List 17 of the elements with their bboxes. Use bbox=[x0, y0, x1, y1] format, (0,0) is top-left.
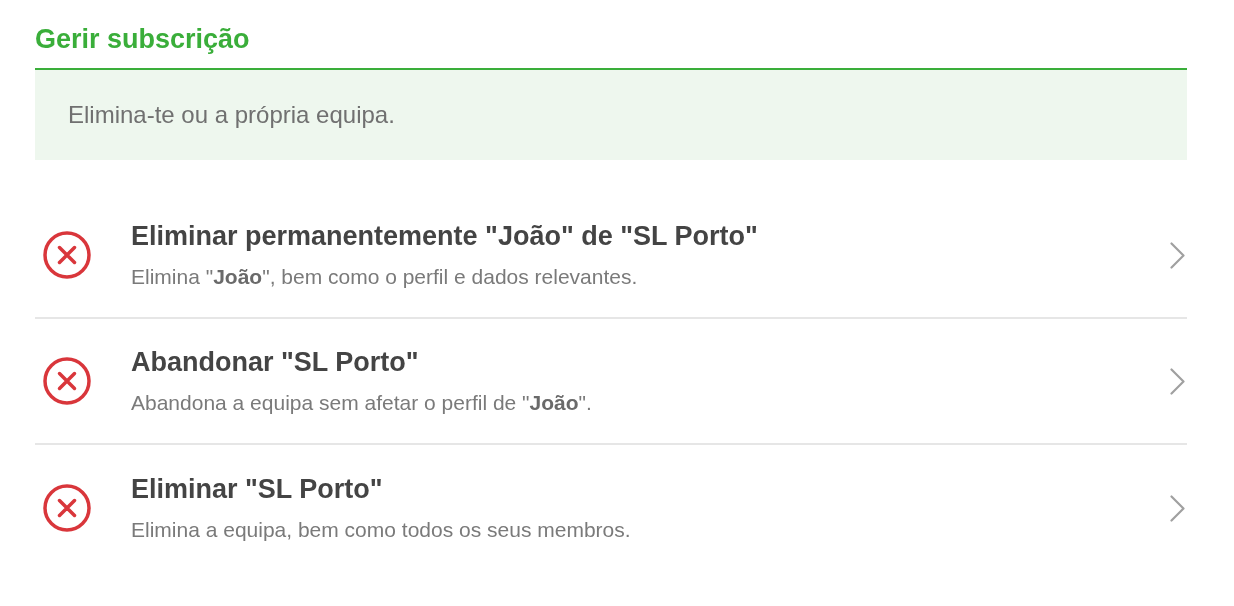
option-description: Abandona a equipa sem afetar o perfil de "João". bbox=[131, 390, 592, 416]
chevron-right-icon bbox=[1170, 494, 1185, 522]
option-row[interactable]: Eliminar "SL Porto" Elimina a equipa, bem como todos os seus membros. bbox=[35, 445, 1187, 571]
option-description: Elimina a equipa, bem como todos os seus membros. bbox=[131, 517, 631, 543]
option-title: Eliminar permanentemente "João" de "SL Porto" bbox=[131, 220, 758, 253]
circle-x-icon bbox=[43, 231, 91, 279]
section-title: Gerir subscrição bbox=[35, 23, 250, 56]
option-row[interactable]: Abandonar "SL Porto" Abandona a equipa sem afetar o perfil de "João". bbox=[35, 319, 1187, 445]
option-row[interactable]: Eliminar permanentemente "João" de "SL Porto" Elimina "João", bem como o perfil e dados relevantes. bbox=[35, 193, 1187, 319]
chevron-right-icon bbox=[1170, 241, 1185, 269]
option-description: Elimina "João", bem como o perfil e dados relevantes. bbox=[131, 264, 638, 290]
info-text: Elimina-te ou a própria equipa. bbox=[68, 100, 395, 130]
circle-x-icon bbox=[43, 357, 91, 405]
circle-x-icon bbox=[43, 484, 91, 532]
chevron-right-icon bbox=[1170, 367, 1185, 395]
option-title: Abandonar "SL Porto" bbox=[131, 346, 419, 379]
option-title: Eliminar "SL Porto" bbox=[131, 473, 383, 506]
